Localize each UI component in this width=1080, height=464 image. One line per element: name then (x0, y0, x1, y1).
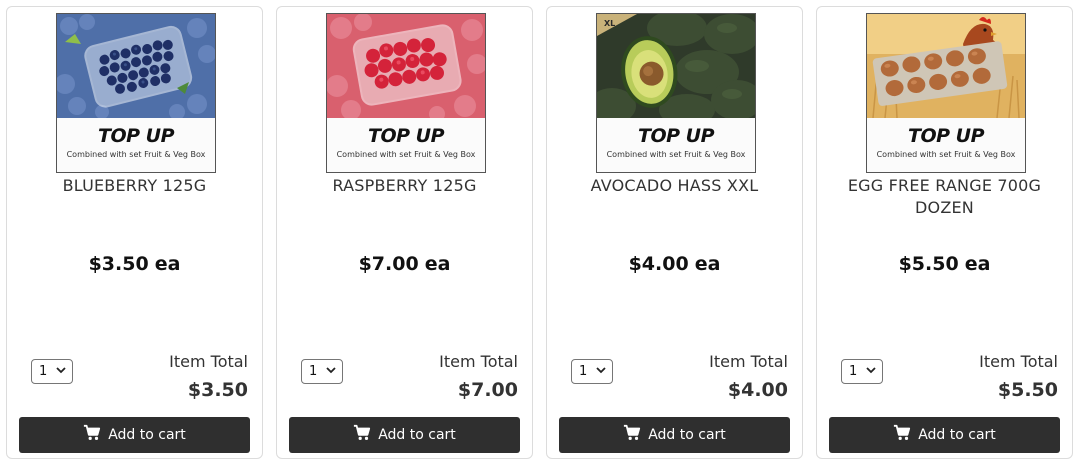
product-image[interactable]: TOP UP Combined with set Fruit & Veg Box (866, 13, 1026, 173)
chevron-down-icon (326, 367, 336, 374)
product-price: $3.50 ea (7, 251, 262, 277)
top-up-banner: TOP UP Combined with set Fruit & Veg Box (597, 118, 755, 172)
product-name[interactable]: BLUEBERRY 125G (15, 175, 254, 197)
price-value: $4.00 (628, 253, 689, 275)
top-up-title: TOP UP (637, 125, 715, 147)
item-total-value: $7.00 (457, 379, 518, 401)
price-unit: ea (964, 253, 991, 275)
add-to-cart-label: Add to cart (378, 427, 456, 443)
top-up-title: TOP UP (367, 125, 445, 147)
product-image[interactable]: XL TOP UP Combined with set Fruit & Veg … (596, 13, 756, 173)
add-to-cart-label: Add to cart (108, 427, 186, 443)
product-price: $5.50 ea (817, 251, 1072, 277)
product-image[interactable]: TOP UP Combined with set Fruit & Veg Box (326, 13, 486, 173)
item-total-label: Item Total (709, 352, 788, 371)
product-card: TOP UP Combined with set Fruit & Veg Box… (276, 6, 533, 459)
item-total-value: $4.00 (727, 379, 788, 401)
price-value: $3.50 (88, 253, 149, 275)
shopping-cart-icon (624, 424, 641, 441)
add-to-cart-label: Add to cart (648, 427, 726, 443)
quantity-value: 1 (579, 364, 588, 379)
product-card: TOP UP Combined with set Fruit & Veg Box… (816, 6, 1073, 459)
price-unit: ea (424, 253, 451, 275)
quantity-value: 1 (39, 364, 48, 379)
chevron-down-icon (866, 367, 876, 374)
add-to-cart-button[interactable]: Add to cart (829, 417, 1060, 453)
top-up-subtitle: Combined with set Fruit & Veg Box (606, 150, 746, 159)
top-up-subtitle: Combined with set Fruit & Veg Box (66, 150, 206, 159)
shopping-cart-icon (84, 424, 101, 441)
product-card: XL TOP UP Combined with set Fruit & Veg … (546, 6, 803, 459)
product-name[interactable]: AVOCADO HASS XXL (555, 175, 794, 197)
shopping-cart-icon (354, 424, 371, 441)
top-up-banner: TOP UP Combined with set Fruit & Veg Box (57, 118, 215, 172)
item-total-value: $5.50 (997, 379, 1058, 401)
quantity-value: 1 (849, 364, 858, 379)
shopping-cart-icon (894, 424, 911, 441)
quantity-select[interactable]: 1 (571, 359, 613, 384)
product-name[interactable]: RASPBERRY 125G (285, 175, 524, 197)
product-card: TOP UP Combined with set Fruit & Veg Box… (6, 6, 263, 459)
blueberry-photo (57, 14, 215, 118)
xl-tag: XL (604, 19, 615, 28)
add-to-cart-button[interactable]: Add to cart (19, 417, 250, 453)
item-total-label: Item Total (169, 352, 248, 371)
price-unit: ea (154, 253, 181, 275)
product-name[interactable]: EGG FREE RANGE 700G DOZEN (825, 175, 1064, 219)
item-total-value: $3.50 (187, 379, 248, 401)
avocado-photo: XL (597, 14, 755, 118)
price-unit: ea (694, 253, 721, 275)
item-total-label: Item Total (439, 352, 518, 371)
top-up-subtitle: Combined with set Fruit & Veg Box (876, 150, 1016, 159)
product-grid: TOP UP Combined with set Fruit & Veg Box… (0, 0, 1080, 464)
chevron-down-icon (56, 367, 66, 374)
product-image[interactable]: TOP UP Combined with set Fruit & Veg Box (56, 13, 216, 173)
top-up-title: TOP UP (97, 125, 175, 147)
add-to-cart-label: Add to cart (918, 427, 996, 443)
top-up-subtitle: Combined with set Fruit & Veg Box (336, 150, 476, 159)
product-price: $7.00 ea (277, 251, 532, 277)
quantity-select[interactable]: 1 (31, 359, 73, 384)
top-up-banner: TOP UP Combined with set Fruit & Veg Box (327, 118, 485, 172)
item-total-label: Item Total (979, 352, 1058, 371)
quantity-select[interactable]: 1 (841, 359, 883, 384)
top-up-title: TOP UP (907, 125, 985, 147)
quantity-select[interactable]: 1 (301, 359, 343, 384)
add-to-cart-button[interactable]: Add to cart (289, 417, 520, 453)
product-price: $4.00 ea (547, 251, 802, 277)
quantity-value: 1 (309, 364, 318, 379)
raspberry-photo (327, 14, 485, 118)
price-value: $7.00 (358, 253, 419, 275)
eggs-photo (867, 14, 1025, 118)
add-to-cart-button[interactable]: Add to cart (559, 417, 790, 453)
price-value: $5.50 (898, 253, 959, 275)
chevron-down-icon (596, 367, 606, 374)
top-up-banner: TOP UP Combined with set Fruit & Veg Box (867, 118, 1025, 172)
